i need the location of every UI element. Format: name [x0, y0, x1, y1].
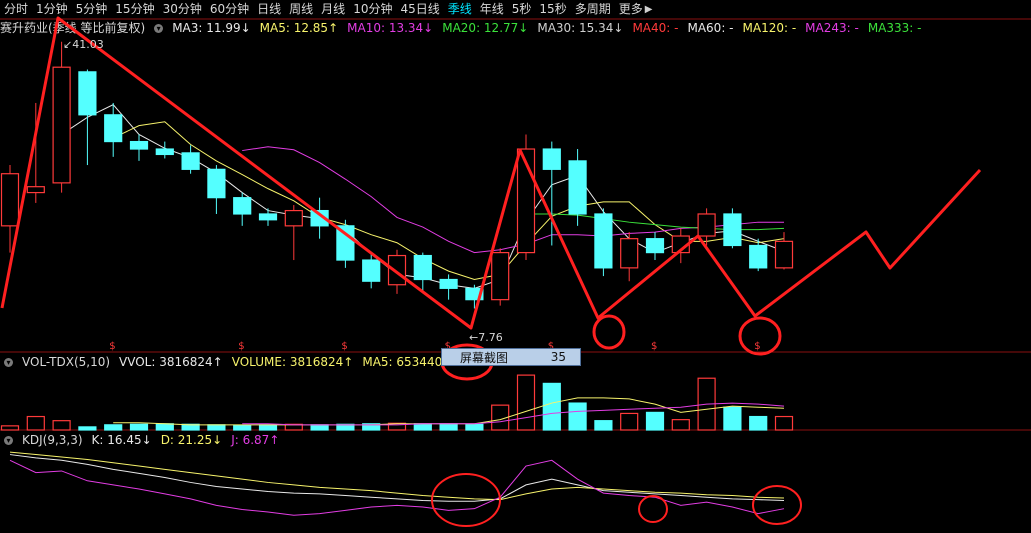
candle-body [284, 209, 303, 227]
kdj-value-2: J: 6.87↑ [231, 433, 280, 447]
screenshot-label: 屏幕截图 [460, 350, 509, 365]
annotation-circle [592, 314, 626, 350]
candle-body [620, 238, 639, 269]
candle-body [568, 160, 587, 215]
kdj-k-line [9, 454, 785, 502]
high-price-label: ↙41.03 [63, 38, 104, 51]
vol-title[interactable]: VOL-TDX(5,10) [22, 354, 110, 370]
volume-bar [594, 420, 613, 431]
volume-bar [207, 424, 226, 431]
candle-body [78, 71, 97, 116]
vol-value-1: VOLUME: 3816824↑ [231, 355, 354, 369]
kdj-d-line [9, 451, 785, 501]
screenshot-value: 35 [550, 350, 566, 364]
candle-body [439, 278, 458, 289]
annotation-trend-line [0, 16, 982, 330]
candle-body [749, 244, 768, 269]
kdj-j-line [9, 459, 785, 516]
volume-bar [0, 425, 20, 431]
candle-body [697, 213, 716, 237]
candle-body [52, 66, 71, 184]
vol-list: VVOL: 3816824↑ VOLUME: 3816824↑ MA5: 65344… [119, 354, 487, 370]
volume-bar [413, 423, 432, 431]
candle-body [233, 197, 252, 215]
candle-body [774, 240, 794, 269]
annotation-circle [638, 495, 668, 523]
vol-info-row: ▾ VOL-TDX(5,10) VVOL: 3816824↑ VOLUME: 38… [0, 354, 487, 370]
volume-bar [129, 423, 149, 431]
kdj-settings-icon[interactable]: ▾ [4, 435, 13, 445]
chart-canvas[interactable]: $ $ $ $ $ $ $ [0, 0, 1031, 533]
kdj-value-0: K: 16.45↓ [91, 433, 152, 447]
candle-body [594, 213, 613, 269]
volume-bar [516, 374, 536, 431]
candle-body [258, 213, 278, 221]
low-price-label: ←7.76 [469, 331, 503, 344]
candle-body [542, 148, 561, 170]
ma10-line [242, 146, 784, 254]
candle-body [129, 140, 149, 150]
volume-bar [155, 423, 174, 431]
kdj-title[interactable]: KDJ(9,3,3) [22, 432, 83, 448]
volume-bar [310, 424, 329, 431]
ma5-line [112, 121, 785, 281]
volume-bar [439, 423, 458, 431]
candle-body [387, 254, 407, 286]
candle-body [26, 186, 45, 194]
candle-body [413, 254, 432, 281]
volume-bar [465, 423, 484, 431]
candle-body [0, 173, 20, 227]
volume-bar [542, 382, 561, 431]
volume-bar [26, 415, 45, 431]
vol-value-0: VVOL: 3816824↑ [119, 355, 223, 369]
volume-bar [671, 419, 690, 431]
candle-body [104, 114, 123, 143]
vol-settings-icon[interactable]: ▾ [4, 357, 13, 367]
candle-body [645, 238, 665, 254]
candle-body [155, 148, 174, 156]
kdj-info-row: ▾ KDJ(9,3,3) K: 16.45↓ D: 21.25↓ J: 6.87↑ [0, 432, 279, 448]
volume-bar [749, 415, 768, 431]
candle-body [207, 168, 226, 199]
candle-body [723, 213, 742, 247]
kdj-value-1: D: 21.25↓ [160, 433, 223, 447]
volume-bar [774, 415, 794, 431]
volume-bar [723, 406, 742, 431]
volume-bar [52, 420, 71, 431]
volume-bar [233, 424, 252, 431]
volume-bar [645, 411, 665, 431]
dividend-marker: $ [109, 341, 115, 352]
dividend-marker: $ [754, 341, 760, 352]
dividend-marker: $ [651, 341, 657, 352]
dividend-marker: $ [341, 341, 347, 352]
volume-bar [104, 424, 123, 431]
screenshot-tooltip[interactable]: 屏幕截图 35 [441, 348, 581, 366]
ma20-line [526, 213, 785, 231]
dividend-marker: $ [238, 341, 244, 352]
kdj-list: K: 16.45↓ D: 21.25↓ J: 6.87↑ [92, 432, 280, 448]
candle-body [491, 252, 510, 301]
volume-bar [620, 412, 639, 431]
volume-bar [568, 402, 587, 431]
annotation-circle [752, 485, 802, 525]
volume-bar [258, 424, 278, 431]
volume-bar [78, 426, 97, 431]
candle-body [362, 259, 381, 282]
candle-body [181, 152, 200, 170]
